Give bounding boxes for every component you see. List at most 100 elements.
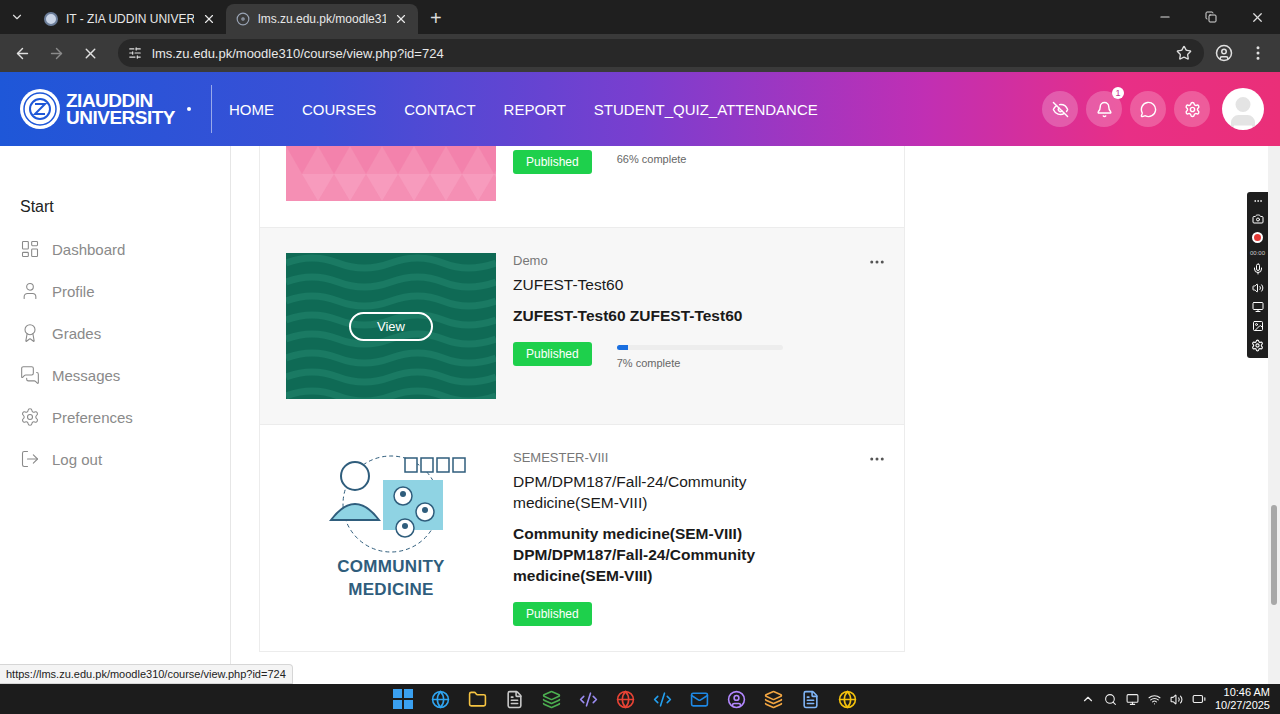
screen-icon[interactable]: [1252, 320, 1264, 332]
course-menu-button[interactable]: [868, 253, 886, 271]
gear-icon[interactable]: [1251, 339, 1264, 352]
browser-tab[interactable]: IT - ZIA UDDIN UNIVERSITY: [34, 4, 226, 34]
app-icon: [542, 690, 561, 709]
nav-link[interactable]: CONTACT: [404, 101, 475, 118]
new-tab-button[interactable]: +: [418, 8, 454, 34]
forward-button[interactable]: [42, 39, 70, 67]
close-icon[interactable]: [202, 12, 216, 26]
taskbar-app[interactable]: [761, 687, 785, 711]
webcam-icon[interactable]: [1252, 301, 1264, 313]
notification-badge: 1: [1112, 87, 1124, 99]
course-title[interactable]: DPM/DPM187/Fall-24/Community medicine(SE…: [513, 471, 851, 513]
taskbar-app[interactable]: [613, 687, 637, 711]
star-icon[interactable]: [1176, 45, 1192, 61]
taskbar-app[interactable]: [502, 687, 526, 711]
back-button[interactable]: [8, 39, 36, 67]
taskbar-app[interactable]: [465, 687, 489, 711]
nav-link[interactable]: STUDENT_QUIZ_ATTENDANCE: [594, 101, 818, 118]
header-icons: 1: [1042, 88, 1264, 130]
sidebar: Start Dashboard Profile Grades Messages Prefe…: [0, 146, 231, 684]
course-card[interactable]: COMMUNITYMEDICINE SEMESTER-VIII DPM/DPM187…: [260, 425, 904, 652]
screen: IT - ZIA UDDIN UNIVERSITYlms.zu.edu.pk/m…: [0, 0, 1280, 714]
wifi-icon[interactable]: [1148, 693, 1161, 706]
progress-text: 7% complete: [617, 357, 783, 369]
battery-icon[interactable]: [1192, 692, 1206, 706]
notifications-button[interactable]: 1: [1086, 91, 1122, 127]
progress-text: 66% complete: [617, 153, 687, 165]
taskbar-app[interactable]: [835, 687, 859, 711]
grades-icon: [20, 323, 40, 343]
volume-icon[interactable]: [1170, 693, 1183, 706]
course-card[interactable]: ViewDemoZUFEST-Test60ZUFEST-Test60 ZUFES…: [260, 228, 904, 425]
visibility-button[interactable]: [1042, 91, 1078, 127]
messages-icon: [20, 365, 40, 385]
course-image[interactable]: View: [286, 253, 496, 399]
course-category: SEMESTER-VIII: [513, 450, 851, 465]
favicon-icon: [44, 12, 58, 26]
address-bar[interactable]: lms.zu.edu.pk/moodle310/course/view.php?…: [118, 39, 1204, 67]
display-icon[interactable]: [1126, 693, 1139, 706]
messages-button[interactable]: [1130, 91, 1166, 127]
taskbar-app[interactable]: [650, 687, 674, 711]
stop-button[interactable]: [76, 39, 104, 67]
course-progress: 66% complete: [617, 150, 687, 165]
taskbar-app[interactable]: [687, 687, 711, 711]
nav-link[interactable]: HOME: [229, 101, 274, 118]
sidebar-item[interactable]: Log out: [20, 448, 230, 470]
scrollbar-thumb[interactable]: [1271, 505, 1277, 605]
tab-search-button[interactable]: [4, 4, 30, 30]
sidebar-item[interactable]: Preferences: [20, 406, 230, 428]
course-menu-button[interactable]: [868, 450, 886, 468]
arrow-left-icon: [14, 45, 31, 62]
sidebar-item[interactable]: Dashboard: [20, 238, 230, 260]
chevron-up-icon[interactable]: [1081, 692, 1095, 706]
speaker-icon[interactable]: [1252, 282, 1264, 294]
sidebar-heading: Start: [20, 198, 230, 216]
nav-link[interactable]: COURSES: [302, 101, 376, 118]
sidebar-item[interactable]: Messages: [20, 364, 230, 386]
start-button[interactable]: [391, 687, 415, 711]
pen-icon[interactable]: [1104, 693, 1117, 706]
settings-button[interactable]: [1174, 91, 1210, 127]
restore-button[interactable]: [1188, 0, 1234, 34]
site-info-icon[interactable]: [128, 46, 142, 60]
close-icon[interactable]: [394, 12, 408, 26]
clock[interactable]: 10:46 AM10/27/2025: [1215, 686, 1270, 712]
nav-link[interactable]: REPORT: [504, 101, 566, 118]
gear-icon: [1184, 101, 1201, 118]
url-text: lms.zu.edu.pk/moodle310/course/view.php?…: [152, 46, 1166, 61]
site-header: ZIAUDDINUNIVERSITY HOME COURSES CONTACT REPO…: [0, 72, 1280, 146]
profile-button[interactable]: [1210, 39, 1238, 67]
sidebar-item[interactable]: Grades: [20, 322, 230, 344]
taskbar-app[interactable]: [798, 687, 822, 711]
camera-icon[interactable]: [1252, 213, 1264, 225]
course-title[interactable]: ZUFEST-Test60: [513, 274, 851, 295]
preferences-icon: [20, 407, 40, 427]
taskbar-app[interactable]: [428, 687, 452, 711]
logo[interactable]: ZIAUDDINUNIVERSITY: [18, 87, 175, 131]
taskbar-app[interactable]: [539, 687, 563, 711]
course-category: Demo: [513, 253, 851, 268]
course-list: Published66% complete View Demo ZUFEST-Test…: [259, 146, 905, 652]
record-button[interactable]: [1252, 232, 1263, 243]
course-card[interactable]: Published66% complete: [260, 146, 904, 228]
menu-button[interactable]: [1244, 39, 1272, 67]
mic-icon[interactable]: [1252, 263, 1264, 275]
taskbar-app[interactable]: [576, 687, 600, 711]
taskbar: 10:46 AM10/27/2025: [0, 684, 1280, 714]
recorder-timer: 00:00: [1250, 250, 1265, 256]
menu-icon: [1249, 44, 1267, 62]
close-button[interactable]: [1234, 0, 1280, 34]
eye-off-icon: [1052, 101, 1069, 118]
course-image[interactable]: COMMUNITYMEDICINE: [286, 450, 496, 600]
minimize-button[interactable]: [1142, 0, 1188, 34]
taskbar-app[interactable]: [724, 687, 748, 711]
view-button[interactable]: View: [349, 312, 433, 341]
user-avatar[interactable]: [1222, 88, 1264, 130]
course-image[interactable]: [286, 146, 496, 201]
image-caption: MEDICINE: [348, 579, 434, 600]
sidebar-item[interactable]: Profile: [20, 280, 230, 302]
scrollbar[interactable]: [1268, 146, 1280, 684]
logout-icon: [20, 449, 40, 469]
browser-tab[interactable]: lms.zu.edu.pk/moodle310/cour: [226, 4, 418, 34]
